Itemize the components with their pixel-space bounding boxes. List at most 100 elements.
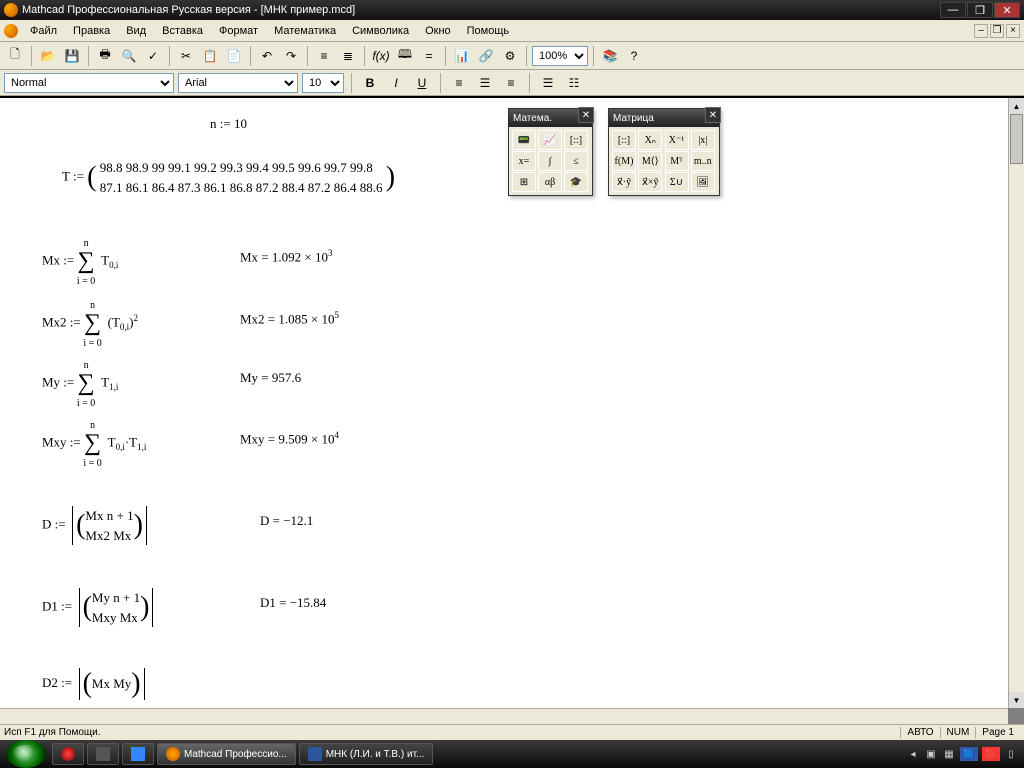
menu-format[interactable]: Формат	[213, 23, 264, 39]
paste-button[interactable]: 📄	[223, 45, 245, 67]
task-mathcad[interactable]: Mathcad Профессио...	[157, 743, 296, 765]
menu-edit[interactable]: Правка	[67, 23, 116, 39]
menu-file[interactable]: Файл	[24, 23, 63, 39]
my-definition[interactable]: My := ∑ni = 0 T1,i	[42, 370, 118, 397]
preview-button[interactable]: 🔍	[118, 45, 140, 67]
tray-lang1[interactable]: 🟦	[960, 747, 978, 761]
mdi-icon[interactable]	[4, 24, 18, 38]
scroll-down-icon[interactable]: ▼	[1009, 692, 1024, 708]
mx-result[interactable]: Mx = 1.092 × 103	[240, 248, 332, 265]
quick-app3[interactable]	[122, 743, 154, 765]
cut-button[interactable]: ✂	[175, 45, 197, 67]
sumv-icon[interactable]: Σ∪	[665, 172, 689, 192]
subscript-icon[interactable]: Xₙ	[638, 130, 662, 150]
menu-view[interactable]: Вид	[120, 23, 152, 39]
det-icon[interactable]: |x|	[691, 130, 715, 150]
tray-icon-1[interactable]: ▣	[924, 747, 938, 761]
greek-icon[interactable]: αβ	[538, 172, 562, 192]
quick-app1[interactable]	[52, 743, 84, 765]
font-combo[interactable]: Arial	[178, 73, 298, 93]
matrix-palette[interactable]: Матрица✕ [::] Xₙ X⁻¹ |x| f(M) M⟨⟩ Mᵀ m..…	[608, 108, 720, 196]
vec-icon[interactable]: f(M)	[612, 151, 636, 171]
dot-icon[interactable]: x⃗×ỹ	[638, 172, 662, 192]
scroll-thumb[interactable]	[1010, 114, 1023, 164]
range-icon[interactable]: m..n	[691, 151, 715, 171]
vertical-scrollbar[interactable]: ▲ ▼	[1008, 98, 1024, 708]
copy-button[interactable]: 📋	[199, 45, 221, 67]
eval-icon[interactable]: x=	[512, 151, 536, 171]
d-result[interactable]: D = −12.1	[260, 513, 313, 529]
d-definition[interactable]: D := (Mx n + 1Mx2 Mx)	[42, 506, 147, 545]
mdi-restore-button[interactable]: ❐	[990, 24, 1004, 38]
undo-button[interactable]: ↶	[256, 45, 278, 67]
numbers-button[interactable]: ☷	[563, 72, 585, 94]
component2-button[interactable]: 🔗	[475, 45, 497, 67]
save-button[interactable]: 💾	[61, 45, 83, 67]
pic-icon[interactable]: 🖼	[691, 172, 715, 192]
start-button[interactable]	[6, 740, 46, 768]
style-combo[interactable]: Normal	[4, 73, 174, 93]
menu-symbolic[interactable]: Символика	[346, 23, 415, 39]
align-button[interactable]: ≡	[313, 45, 335, 67]
inverse-icon[interactable]: X⁻¹	[665, 130, 689, 150]
bool-icon[interactable]: ≤	[564, 151, 588, 171]
d1-result[interactable]: D1 = −15.84	[260, 595, 326, 611]
component3-button[interactable]: ⚙	[499, 45, 521, 67]
symb-icon[interactable]: 🎓	[564, 172, 588, 192]
menu-help[interactable]: Помощь	[461, 23, 516, 39]
aligncenter-button[interactable]: ☰	[474, 72, 496, 94]
d2-definition[interactable]: D2 := (Mx My)	[42, 668, 145, 700]
matrix-icon[interactable]: [::]	[564, 130, 588, 150]
close-button[interactable]: ✕	[994, 2, 1020, 18]
col-icon[interactable]: M⟨⟩	[638, 151, 662, 171]
scroll-up-icon[interactable]: ▲	[1009, 98, 1024, 114]
menu-math[interactable]: Математика	[268, 23, 342, 39]
size-combo[interactable]: 10	[302, 73, 344, 93]
mxy-definition[interactable]: Mxy := ∑ni = 0 T0,i·T1,i	[42, 430, 146, 457]
alignright-button[interactable]: ≡	[500, 72, 522, 94]
mdi-minimize-button[interactable]: –	[974, 24, 988, 38]
calc2-icon[interactable]: ∫	[538, 151, 562, 171]
calc-button[interactable]: =	[418, 45, 440, 67]
task-word[interactable]: МНК (Л.И. и Т.В.) ит...	[299, 743, 434, 765]
mxy-result[interactable]: Mxy = 9.509 × 104	[240, 430, 339, 447]
my-result[interactable]: My = 957.6	[240, 370, 301, 386]
prog-icon[interactable]: ⊞	[512, 172, 536, 192]
restore-button[interactable]: ❐	[967, 2, 993, 18]
math-palette-close[interactable]: ✕	[578, 107, 594, 123]
math-palette[interactable]: Матема.✕ 📟 📈 [::] x= ∫ ≤ ⊞ αβ 🎓	[508, 108, 593, 196]
matins-icon[interactable]: [::]	[612, 130, 636, 150]
tray-chevron-icon[interactable]: ◂	[906, 747, 920, 761]
spell-button[interactable]: ✓	[142, 45, 164, 67]
underline-button[interactable]: U	[411, 72, 433, 94]
matrix-palette-close[interactable]: ✕	[705, 107, 721, 123]
tray-lang2[interactable]: 🟥	[982, 747, 1000, 761]
t-matrix[interactable]: T := ( 98.8 98.9 99 99.1 99.2 99.3 99.4 …	[62, 158, 395, 197]
n-definition[interactable]: n := 10	[210, 116, 247, 132]
unit-button[interactable]: 🕮	[394, 45, 416, 67]
mx-definition[interactable]: Mx := ∑ni = 0 T0,i	[42, 248, 118, 275]
menu-window[interactable]: Окно	[419, 23, 457, 39]
transpose-icon[interactable]: Mᵀ	[665, 151, 689, 171]
new-button[interactable]: 🗋	[4, 45, 26, 67]
horizontal-scrollbar[interactable]	[0, 708, 1008, 724]
quick-app2[interactable]	[87, 743, 119, 765]
calc-icon[interactable]: 📟	[512, 130, 536, 150]
menu-insert[interactable]: Вставка	[156, 23, 209, 39]
d1-definition[interactable]: D1 := (My n + 1Mxy Mx)	[42, 588, 153, 627]
tray-show-desktop[interactable]: ▯	[1004, 747, 1018, 761]
redo-button[interactable]: ↷	[280, 45, 302, 67]
tray-icon-2[interactable]: ▦	[942, 747, 956, 761]
zoom-combo[interactable]: 100%	[532, 46, 588, 66]
bullets-button[interactable]: ☰	[537, 72, 559, 94]
minimize-button[interactable]: —	[940, 2, 966, 18]
open-button[interactable]: 📂	[37, 45, 59, 67]
mdi-close-button[interactable]: ×	[1006, 24, 1020, 38]
bold-button[interactable]: B	[359, 72, 381, 94]
help-button[interactable]: ?	[623, 45, 645, 67]
resource-button[interactable]: 📚	[599, 45, 621, 67]
print-button[interactable]: 🖶	[94, 45, 116, 67]
component1-button[interactable]: 📊	[451, 45, 473, 67]
graph-icon[interactable]: 📈	[538, 130, 562, 150]
function-button[interactable]: f(x)	[370, 45, 392, 67]
